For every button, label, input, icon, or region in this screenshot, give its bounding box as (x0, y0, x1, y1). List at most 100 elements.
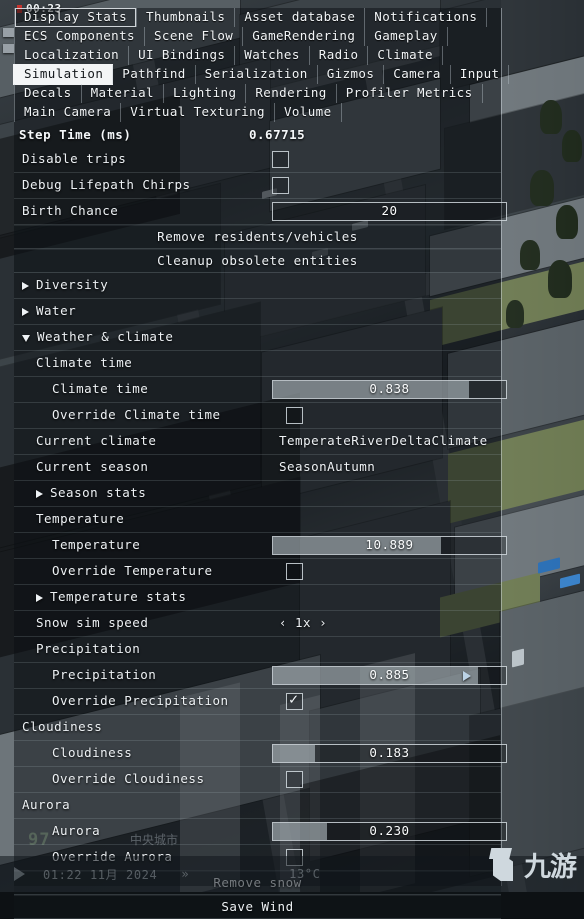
tab-rendering[interactable]: Rendering (245, 84, 335, 103)
tab-climate[interactable]: Climate (367, 46, 442, 65)
climate-time-slider[interactable]: 0.838 (272, 380, 507, 399)
precipitation-label: Precipitation (14, 669, 156, 682)
game-speed[interactable]: » (181, 867, 189, 881)
row-diversity[interactable]: Diversity (14, 273, 501, 299)
tab-profiler-metrics[interactable]: Profiler Metrics (336, 84, 483, 103)
tab-gizmos[interactable]: Gizmos (317, 65, 384, 84)
row-current-climate: Current climate TemperateRiverDeltaClima… (14, 429, 501, 455)
step-time-value: 0.67715 (249, 129, 305, 142)
tab-row-5: Main Camera Virtual Texturing Volume (14, 103, 501, 122)
precipitation-group-label: Precipitation (14, 643, 140, 656)
row-override-cloudiness: Override Cloudiness (14, 767, 501, 793)
row-temperature-stats[interactable]: Temperature stats (14, 585, 501, 611)
snow-sim-speed-value: 1x (295, 617, 311, 630)
disable-trips-checkbox[interactable] (272, 151, 289, 168)
precipitation-slider[interactable]: 0.885 (272, 666, 507, 685)
tab-row-1: ECS Components Scene Flow GameRendering … (14, 27, 501, 46)
game-temperature: 13°C (289, 867, 320, 881)
season-stats-label: Season stats (50, 485, 146, 500)
cloudiness-label: Cloudiness (14, 747, 132, 760)
tab-volume[interactable]: Volume (274, 103, 342, 122)
tab-pathfind[interactable]: Pathfind (112, 65, 194, 84)
tab-display-stats[interactable]: Display Stats (14, 8, 136, 27)
tab-material[interactable]: Material (81, 84, 163, 103)
tab-lighting[interactable]: Lighting (163, 84, 245, 103)
step-time-row: Step Time (ms) 0.67715 (14, 124, 501, 147)
tab-serialization[interactable]: Serialization (195, 65, 317, 84)
chevron-down-icon (22, 335, 30, 342)
override-temperature-label: Override Temperature (14, 565, 213, 578)
game-date: 01:22 11月 2024 (43, 866, 157, 883)
current-season-label: Current season (14, 461, 148, 474)
side-icon-2[interactable] (3, 44, 14, 53)
current-climate-label: Current climate (14, 435, 156, 448)
tab-ecs-components[interactable]: ECS Components (14, 27, 144, 46)
row-season-stats[interactable]: Season stats (14, 481, 501, 507)
tab-game-rendering[interactable]: GameRendering (242, 27, 364, 46)
row-disable-trips: Disable trips (14, 147, 501, 173)
tab-radio[interactable]: Radio (309, 46, 368, 65)
tab-asset-database[interactable]: Asset database (234, 8, 364, 27)
row-water[interactable]: Water (14, 299, 501, 325)
cloudiness-slider[interactable]: 0.183 (272, 744, 507, 763)
snow-sim-speed-stepper[interactable]: ‹ 1x › (279, 617, 327, 630)
override-climate-time-label: Override Climate time (14, 409, 221, 422)
current-climate-value: TemperateRiverDeltaClimate (279, 435, 488, 448)
row-weather-climate[interactable]: Weather & climate (14, 325, 501, 351)
remove-residents-vehicles-button[interactable]: Remove residents/vehicles (14, 225, 501, 249)
chevron-right-icon (22, 282, 29, 290)
tab-simulation[interactable]: Simulation (14, 65, 112, 84)
override-cloudiness-checkbox[interactable] (286, 771, 303, 788)
tab-virtual-texturing[interactable]: Virtual Texturing (120, 103, 274, 122)
play-pause-icon[interactable] (14, 867, 25, 881)
row-aurora-group: Aurora (14, 793, 501, 819)
tab-scene-flow[interactable]: Scene Flow (144, 27, 242, 46)
tab-decals[interactable]: Decals (14, 84, 81, 103)
tab-gameplay[interactable]: Gameplay (364, 27, 447, 46)
cloudiness-group-label: Cloudiness (14, 721, 102, 734)
row-override-precipitation: Override Precipitation ✓ (14, 689, 501, 715)
debug-lifepath-chirps-checkbox[interactable] (272, 177, 289, 194)
override-climate-time-checkbox[interactable] (286, 407, 303, 424)
aurora-slider[interactable]: 0.230 (272, 822, 507, 841)
tab-localization[interactable]: Localization (14, 46, 128, 65)
tab-watches[interactable]: Watches (234, 46, 308, 65)
aurora-group-label: Aurora (14, 799, 70, 812)
temperature-slider[interactable]: 10.889 (272, 536, 507, 555)
aurora-value: 0.230 (273, 823, 506, 840)
tab-row-2: Localization UI Bindings Watches Radio C… (14, 46, 501, 65)
row-cloudiness-group: Cloudiness (14, 715, 501, 741)
tab-camera[interactable]: Camera (383, 65, 450, 84)
birth-chance-slider[interactable]: 20 (272, 202, 507, 221)
row-birth-chance: Birth Chance 20 (14, 199, 501, 225)
cleanup-obsolete-entities-button[interactable]: Cleanup obsolete entities (14, 249, 501, 273)
snow-sim-speed-next-button[interactable]: › (319, 617, 327, 630)
birth-chance-label: Birth Chance (14, 205, 118, 218)
water-group: Water (14, 305, 76, 318)
tab-notifications[interactable]: Notifications (364, 8, 487, 27)
tab-ui-bindings[interactable]: UI Bindings (128, 46, 234, 65)
chevron-right-icon (36, 594, 43, 602)
debug-panel: Display Stats Thumbnails Asset database … (14, 8, 501, 886)
step-time-label: Step Time (ms) (14, 129, 131, 142)
temperature-group-label: Temperature (14, 513, 124, 526)
tab-thumbnails[interactable]: Thumbnails (136, 8, 234, 27)
debug-lifepath-chirps-label: Debug Lifepath Chirps (14, 179, 191, 192)
current-season-value: SeasonAutumn (279, 461, 375, 474)
override-precipitation-label: Override Precipitation (14, 695, 229, 708)
save-wind-button[interactable]: Save Wind (14, 895, 501, 919)
disable-trips-label: Disable trips (14, 153, 126, 166)
tab-main-camera[interactable]: Main Camera (14, 103, 120, 122)
chevron-right-icon (36, 490, 43, 498)
override-precipitation-checkbox[interactable]: ✓ (286, 693, 303, 710)
override-temperature-checkbox[interactable] (286, 563, 303, 580)
row-climate-time: Climate time 0.838 (14, 377, 501, 403)
diversity-label: Diversity (36, 277, 108, 292)
row-precipitation-group: Precipitation (14, 637, 501, 663)
snow-sim-speed-prev-button[interactable]: ‹ (279, 617, 287, 630)
mouse-cursor-icon (463, 671, 471, 681)
tab-input[interactable]: Input (450, 65, 510, 84)
side-icon-1[interactable] (3, 28, 14, 37)
population-badge: 97 (28, 830, 50, 850)
row-override-climate-time: Override Climate time (14, 403, 501, 429)
